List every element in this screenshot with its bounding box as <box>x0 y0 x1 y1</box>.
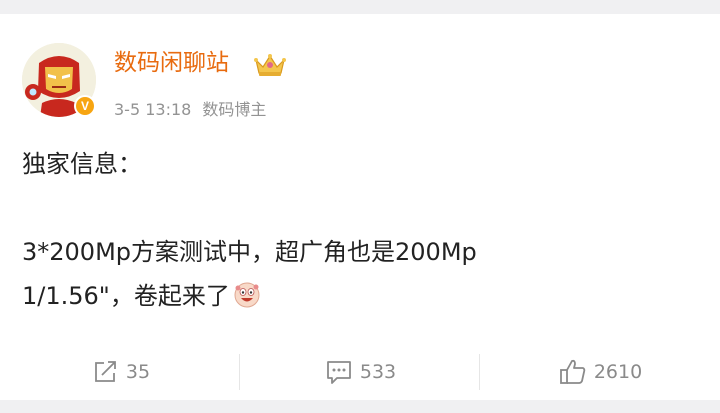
avatar[interactable]: V <box>22 43 96 117</box>
crown-icon[interactable] <box>253 52 287 78</box>
repost-count: 35 <box>125 361 151 383</box>
post-line: 1/1.56"，卷起来了 <box>22 282 230 310</box>
comment-count: 533 <box>359 361 397 383</box>
post-line: 独家信息： <box>22 150 142 178</box>
comment-button[interactable]: 533 <box>240 344 480 400</box>
post-line: 3*200Mp方案测试中，超广角也是200Mp <box>22 238 477 266</box>
like-button[interactable]: 2610 <box>480 344 720 400</box>
verified-badge: V <box>74 95 96 117</box>
post-time: 3-5 13:18 <box>114 100 192 119</box>
thumbs-up-icon <box>559 359 586 384</box>
username[interactable]: 数码闲聊站 <box>114 48 229 78</box>
post-meta: 3-5 13:18 数码博主 <box>114 99 266 121</box>
user-tag: 数码博主 <box>202 100 267 119</box>
repost-icon <box>95 361 116 382</box>
post-text: 独家信息： 3*200Mp方案测试中，超广角也是200Mp 1/1.56"，卷起… <box>22 142 702 318</box>
weibo-post-card: V 数码闲聊站 3-5 13:18 数码博主 独家信息： 3*200Mp方案测试… <box>0 14 720 400</box>
post-line-with-emoji: 1/1.56"，卷起来了 <box>22 274 702 318</box>
laughing-emoji-icon <box>232 280 262 310</box>
comment-icon <box>326 361 351 384</box>
action-bar: 35 533 2610 <box>0 344 720 400</box>
repost-button[interactable]: 35 <box>0 344 240 400</box>
like-count: 2610 <box>593 361 643 383</box>
